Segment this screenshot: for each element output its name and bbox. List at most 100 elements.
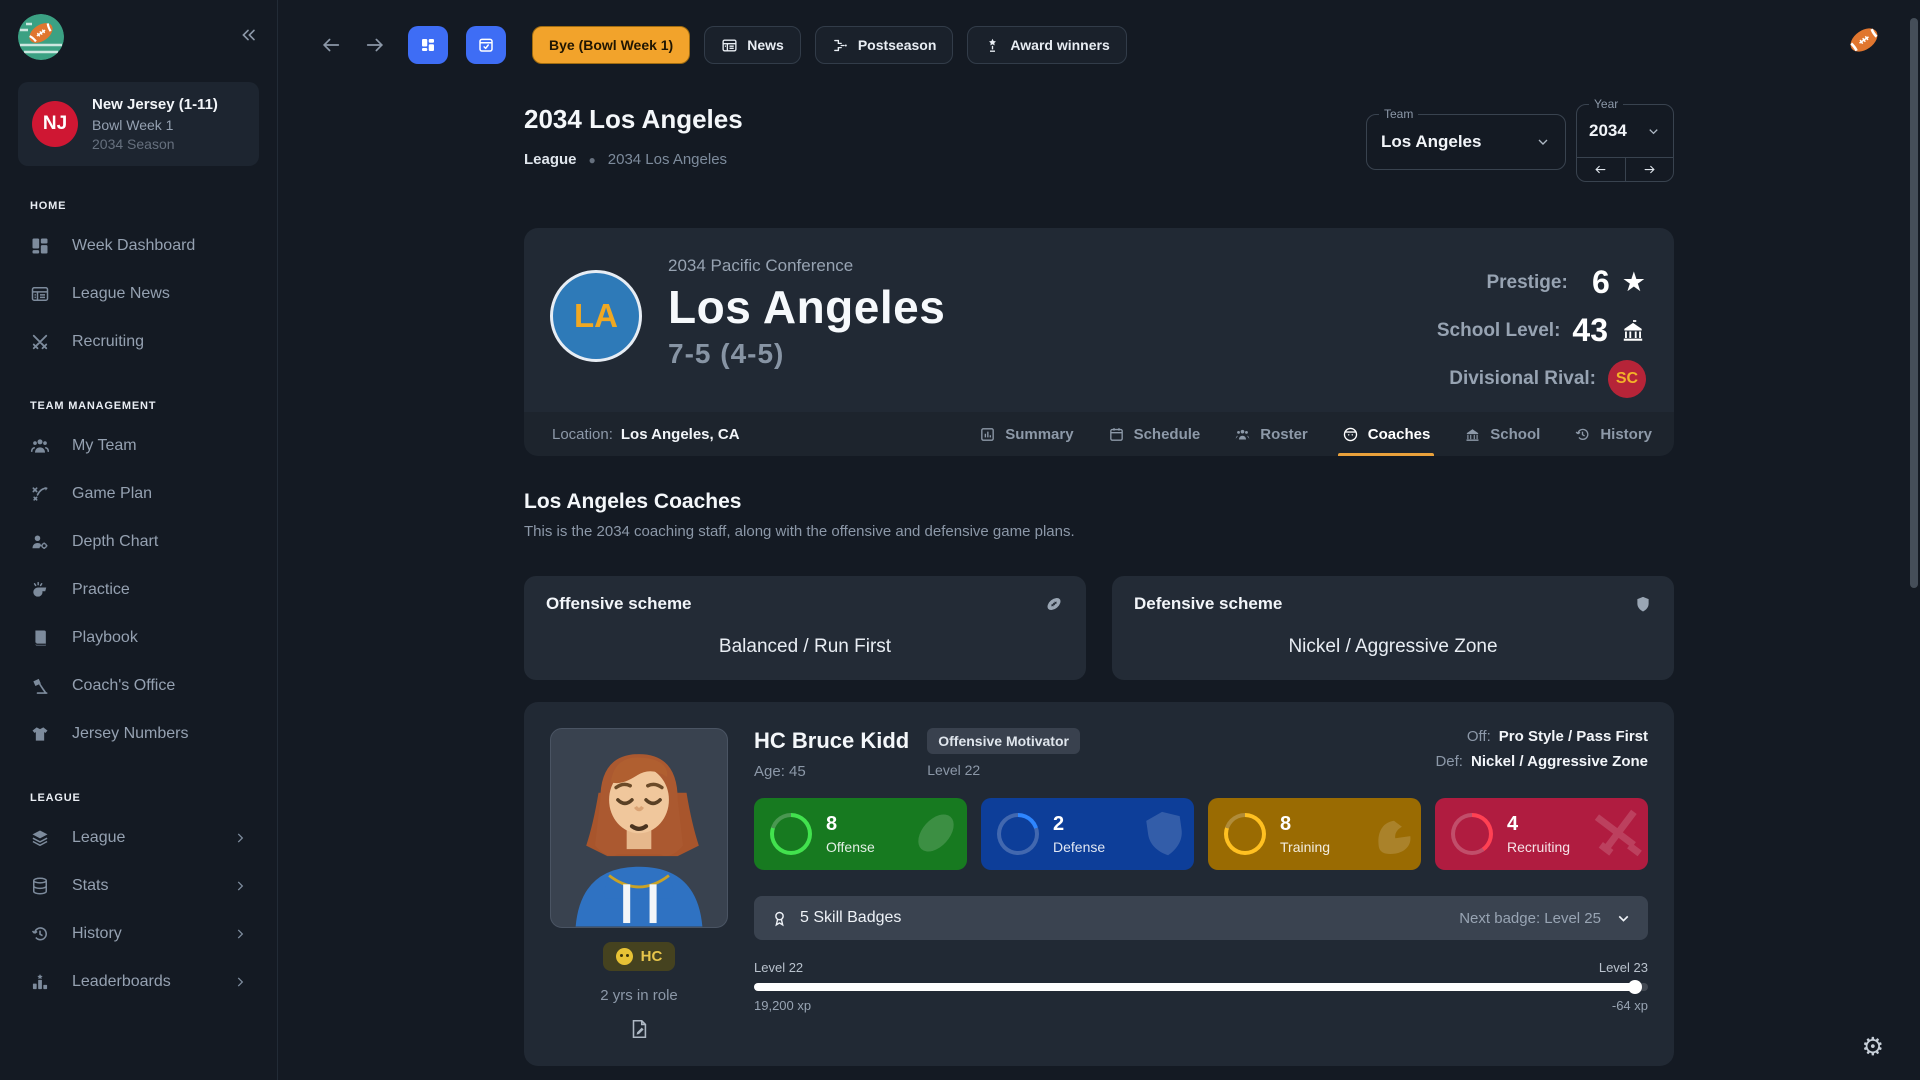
sidebar-collapse-button[interactable] xyxy=(237,24,259,46)
training-rating-ring xyxy=(1224,813,1266,855)
rival-badge-sc[interactable]: SC xyxy=(1608,360,1646,398)
crossed-swords-icon xyxy=(1586,800,1648,865)
sidebar-item-label: History xyxy=(72,925,122,943)
sidebar-item-label: Practice xyxy=(72,581,130,599)
skill-badges-bar[interactable]: 5 Skill Badges Next badge: Level 25 xyxy=(754,896,1648,940)
team-conference: 2034 Pacific Conference xyxy=(668,256,945,276)
postseason-label: Postseason xyxy=(858,37,937,53)
tab-summary[interactable]: Summary xyxy=(979,412,1073,456)
play-strategy-icon xyxy=(30,484,50,504)
sidebar-item-recruiting[interactable]: Recruiting xyxy=(18,318,259,366)
chevron-down-icon xyxy=(1535,134,1551,150)
off-value: Pro Style / Pass First xyxy=(1499,728,1648,745)
year-select-value: 2034 xyxy=(1589,121,1627,141)
sidebar-item-league-news[interactable]: League News xyxy=(18,270,259,318)
newspaper-icon xyxy=(30,284,50,304)
back-button[interactable] xyxy=(316,30,346,60)
star-icon: ★ xyxy=(1622,269,1646,296)
year-select[interactable]: 2034 xyxy=(1577,105,1673,157)
offensive-scheme-card: Offensive scheme Balanced / Run First xyxy=(524,576,1086,680)
page-title: 2034 Los Angeles xyxy=(524,104,743,135)
location-value: Los Angeles, CA xyxy=(621,426,740,443)
award-winners-button[interactable]: Award winners xyxy=(967,26,1126,64)
tab-label: History xyxy=(1600,426,1652,443)
chevron-down-icon xyxy=(1615,910,1632,927)
tab-school[interactable]: School xyxy=(1464,412,1540,456)
location-label: Location: xyxy=(552,426,613,443)
xp-level-to: Level 23 xyxy=(1599,960,1648,975)
rival-label: Divisional Rival: xyxy=(1449,368,1596,390)
offense-rating-ring xyxy=(770,813,812,855)
chevron-right-icon xyxy=(233,831,247,845)
section-label: LEAGUE xyxy=(18,792,259,804)
defense-rating-value: 2 xyxy=(1053,813,1105,836)
tab-roster[interactable]: Roster xyxy=(1234,412,1308,456)
sidebar-section-team-management: TEAM MANAGEMENT My Team Game Plan Depth … xyxy=(18,400,259,758)
previous-year-button[interactable] xyxy=(1577,158,1626,181)
shield-icon xyxy=(1134,801,1194,866)
coach-stat-tiles: 8 Offense 2 Defense xyxy=(754,798,1648,870)
sidebar-item-stats[interactable]: Stats xyxy=(18,862,259,910)
team-tabs: Summary Schedule Roster Coaches xyxy=(979,412,1652,456)
page-scrollbar-thumb[interactable] xyxy=(1910,18,1918,588)
forward-button[interactable] xyxy=(360,30,390,60)
coach-trait-badge: Offensive Motivator xyxy=(927,728,1080,754)
settings-gear-button[interactable]: ⚙ xyxy=(1862,1035,1884,1060)
team-location: Location: Los Angeles, CA xyxy=(552,412,740,456)
sidebar-item-history[interactable]: History xyxy=(18,910,259,958)
training-rating-label: Training xyxy=(1280,839,1330,855)
breadcrumb-league-link[interactable]: League xyxy=(524,151,577,168)
team-record: 7-5 (4-5) xyxy=(668,338,945,370)
xp-remaining: -64 xp xyxy=(1612,998,1648,1013)
sidebar-item-jersey-numbers[interactable]: Jersey Numbers xyxy=(18,710,259,758)
newspaper-icon xyxy=(721,37,738,54)
shield-icon xyxy=(1634,594,1652,614)
sidebar-item-playbook[interactable]: Playbook xyxy=(18,614,259,662)
sidebar: NJ New Jersey (1-11) Bowl Week 1 2034 Se… xyxy=(0,0,278,1080)
sidebar-item-label: Recruiting xyxy=(72,333,144,351)
tab-coaches[interactable]: Coaches xyxy=(1342,412,1431,456)
coach-notes-button[interactable] xyxy=(628,1018,650,1040)
recruiting-rating-label: Recruiting xyxy=(1507,839,1570,855)
coach-face-icon xyxy=(1342,426,1359,443)
app-logo[interactable] xyxy=(18,14,64,60)
sidebar-item-leaderboards[interactable]: Leaderboards xyxy=(18,958,259,1006)
summary-chart-icon xyxy=(979,426,996,443)
team-hero-card: LA 2034 Pacific Conference Los Angeles 7… xyxy=(524,228,1674,456)
sidebar-item-my-team[interactable]: My Team xyxy=(18,422,259,470)
sidebar-item-label: Game Plan xyxy=(72,485,152,503)
people-group-icon xyxy=(30,436,50,456)
year-select-label: Year xyxy=(1589,97,1623,111)
bye-week-button[interactable]: Bye (Bowl Week 1) xyxy=(532,26,690,64)
user-team-badge[interactable]: NJ New Jersey (1-11) Bowl Week 1 2034 Se… xyxy=(18,82,259,166)
next-year-button[interactable] xyxy=(1626,158,1674,181)
defensive-scheme-card: Defensive scheme Nickel / Aggressive Zon… xyxy=(1112,576,1674,680)
sidebar-item-coachs-office[interactable]: Coach's Office xyxy=(18,662,259,710)
sidebar-item-practice[interactable]: Practice xyxy=(18,566,259,614)
postseason-button[interactable]: Postseason xyxy=(815,26,954,64)
off-label: Off: xyxy=(1467,728,1491,745)
offensive-scheme-value: Balanced / Run First xyxy=(546,636,1064,658)
football-icon-button[interactable] xyxy=(1842,20,1886,60)
defensive-scheme-label: Defensive scheme xyxy=(1134,594,1282,614)
bye-week-label: Bye (Bowl Week 1) xyxy=(549,37,673,53)
team-select[interactable]: Team Los Angeles xyxy=(1366,114,1566,170)
breadcrumb-separator: ● xyxy=(589,153,596,167)
sidebar-item-label: League xyxy=(72,829,125,847)
sidebar-item-week-dashboard[interactable]: Week Dashboard xyxy=(18,222,259,270)
sidebar-item-game-plan[interactable]: Game Plan xyxy=(18,470,259,518)
sidebar-item-depth-chart[interactable]: Depth Chart xyxy=(18,518,259,566)
arrow-left-icon xyxy=(1593,162,1608,177)
sidebar-item-league[interactable]: League xyxy=(18,814,259,862)
xp-earned: 19,200 xp xyxy=(754,998,811,1013)
medal-icon xyxy=(770,909,789,928)
news-button[interactable]: News xyxy=(704,26,801,64)
dashboard-view-button[interactable] xyxy=(408,26,448,64)
tab-history[interactable]: History xyxy=(1574,412,1652,456)
school-level-row: School Level: 43 xyxy=(1437,312,1646,349)
schedule-check-button[interactable] xyxy=(466,26,506,64)
offense-rating-label: Offense xyxy=(826,839,875,855)
school-level-label: School Level: xyxy=(1437,320,1561,342)
book-icon xyxy=(30,628,50,648)
tab-schedule[interactable]: Schedule xyxy=(1108,412,1201,456)
